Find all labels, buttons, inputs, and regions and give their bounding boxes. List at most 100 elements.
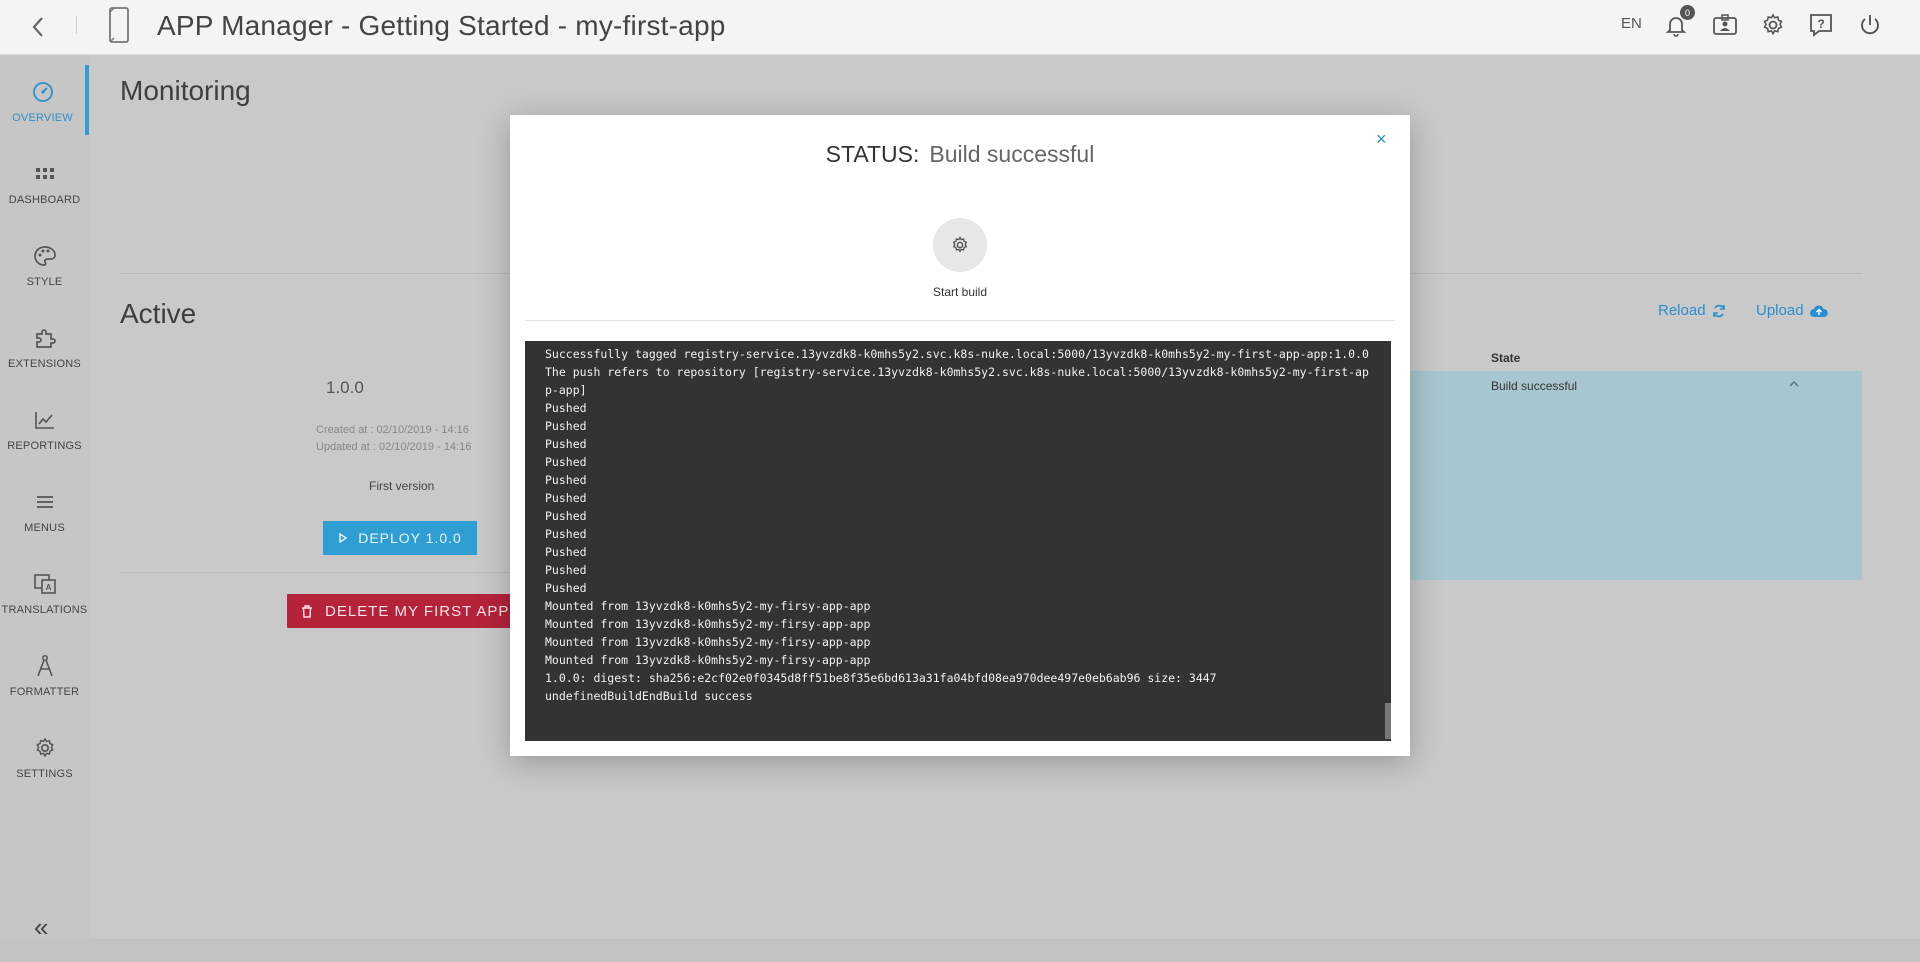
compass-icon bbox=[32, 653, 58, 679]
log-line: Pushed bbox=[545, 581, 587, 595]
status-value: Build successful bbox=[929, 141, 1095, 167]
tablet-icon bbox=[109, 7, 129, 43]
sidebar-item-label: MENUS bbox=[24, 522, 65, 534]
logout-button[interactable] bbox=[1855, 10, 1885, 40]
language-selector[interactable]: EN bbox=[1621, 15, 1642, 32]
puzzle-icon bbox=[32, 325, 58, 351]
play-icon bbox=[339, 533, 348, 543]
log-line: Successfully tagged registry-service.13y… bbox=[545, 347, 1369, 361]
sidebar-item-dashboard[interactable]: DASHBOARD bbox=[0, 147, 89, 217]
divider bbox=[525, 320, 1395, 321]
reload-button[interactable]: Reload bbox=[1658, 302, 1726, 319]
state-cell: Build successful bbox=[1491, 379, 1578, 393]
help-button[interactable]: ? bbox=[1806, 10, 1836, 40]
page-title: Monitoring bbox=[120, 75, 251, 106]
line-chart-icon bbox=[32, 407, 58, 433]
log-line: Pushed bbox=[545, 491, 587, 505]
chevron-left-icon bbox=[32, 17, 43, 37]
sidebar-item-formatter[interactable]: FORMATTER bbox=[0, 639, 89, 709]
log-line: Pushed bbox=[545, 401, 587, 415]
notification-count-badge: 0 bbox=[1680, 5, 1695, 20]
log-line: Pushed bbox=[545, 437, 587, 451]
section-title-active: Active bbox=[120, 298, 197, 329]
sidebar-item-overview[interactable]: OVERVIEW bbox=[0, 65, 89, 135]
upload-button[interactable]: Upload bbox=[1756, 302, 1828, 319]
sidebar-item-menus[interactable]: MENUS bbox=[0, 475, 89, 545]
sidebar-item-label: STYLE bbox=[26, 276, 63, 288]
log-line: Mounted from 13yvzdk8-k0mhs5y2-my-firsy-… bbox=[545, 635, 871, 649]
log-line: Mounted from 13yvzdk8-k0mhs5y2-my-firsy-… bbox=[545, 599, 871, 613]
log-line: undefinedBuildEndBuild success bbox=[545, 689, 753, 703]
top-bar: APP Manager - Getting Started - my-first… bbox=[0, 0, 1920, 55]
created-at: Created at : 02/10/2019 - 14:16 bbox=[316, 424, 469, 436]
deploy-button[interactable]: DEPLOY 1.0.0 bbox=[323, 521, 477, 555]
sidebar-item-label: SETTINGS bbox=[16, 768, 73, 780]
delete-label: DELETE MY FIRST APP bbox=[325, 602, 510, 620]
log-line: Mounted from 13yvzdk8-k0mhs5y2-my-firsy-… bbox=[545, 653, 871, 667]
close-modal-button[interactable]: × bbox=[1376, 130, 1387, 148]
start-build-button[interactable] bbox=[933, 218, 987, 272]
translate-icon: A bbox=[32, 571, 58, 597]
sidebar-item-extensions[interactable]: EXTENSIONS bbox=[0, 311, 89, 381]
power-icon bbox=[1861, 15, 1879, 35]
deploy-label: DEPLOY 1.0.0 bbox=[358, 530, 462, 546]
refresh-icon bbox=[1712, 304, 1725, 317]
sidebar-item-label: OVERVIEW bbox=[12, 112, 73, 124]
sidebar-item-label: TRANSLATIONS bbox=[1, 604, 88, 616]
gauge-icon bbox=[30, 79, 56, 105]
sidebar-item-reportings[interactable]: REPORTINGS bbox=[0, 393, 89, 463]
status-label: STATUS: bbox=[825, 141, 920, 167]
sidebar: OVERVIEW DASHBOARD STYLE EXTENSIONS REPO… bbox=[0, 55, 89, 962]
log-line: The push refers to repository [registry-… bbox=[545, 365, 1369, 397]
hamburger-icon bbox=[32, 489, 58, 515]
trash-icon bbox=[302, 604, 312, 618]
console-scrollbar[interactable] bbox=[1385, 703, 1391, 739]
settings-button[interactable] bbox=[1758, 10, 1788, 40]
svg-text:?: ? bbox=[1817, 17, 1824, 31]
svg-text:A: A bbox=[45, 583, 51, 592]
divider bbox=[76, 16, 77, 34]
chevron-up-icon[interactable] bbox=[1789, 378, 1799, 390]
id-card-icon bbox=[1713, 14, 1737, 35]
grid-icon bbox=[32, 161, 58, 187]
build-status-modal: STATUS: Build successful × Start build Su… bbox=[510, 115, 1410, 756]
log-line: 1.0.0: digest: sha256:e2cf02e0f0345d8ff5… bbox=[545, 671, 1217, 685]
delete-app-button[interactable]: DELETE MY FIRST APP bbox=[287, 594, 542, 628]
sidebar-item-translations[interactable]: A TRANSLATIONS bbox=[0, 557, 89, 627]
app-title: APP Manager - Getting Started - my-first… bbox=[157, 10, 726, 41]
build-log-console[interactable]: Successfully tagged registry-service.13y… bbox=[525, 341, 1391, 741]
profile-card-button[interactable] bbox=[1710, 10, 1740, 40]
gear-icon bbox=[1763, 13, 1783, 36]
notifications-button[interactable]: 0 bbox=[1661, 5, 1695, 40]
log-line: Pushed bbox=[545, 455, 587, 469]
log-line: Pushed bbox=[545, 545, 587, 559]
sidebar-item-settings[interactable]: SETTINGS bbox=[0, 721, 89, 791]
log-line: Pushed bbox=[545, 563, 587, 577]
footer-bar bbox=[0, 939, 1920, 962]
sidebar-item-label: EXTENSIONS bbox=[8, 358, 81, 370]
sidebar-item-label: DASHBOARD bbox=[8, 194, 81, 206]
updated-at: Updated at : 02/10/2019 - 14:16 bbox=[316, 441, 472, 453]
gear-icon bbox=[32, 735, 58, 761]
gear-icon bbox=[952, 236, 968, 253]
log-line: Pushed bbox=[545, 509, 587, 523]
log-line: Pushed bbox=[545, 419, 587, 433]
version-description: First version bbox=[369, 479, 435, 493]
help-icon: ? bbox=[1810, 14, 1832, 37]
sidebar-item-label: REPORTINGS bbox=[7, 440, 82, 452]
upload-label: Upload bbox=[1756, 302, 1804, 319]
collapse-sidebar-button[interactable]: « bbox=[34, 914, 48, 940]
back-button[interactable] bbox=[26, 12, 50, 42]
table-header-state: State bbox=[1491, 351, 1521, 365]
version-number: 1.0.0 bbox=[326, 378, 364, 397]
sidebar-item-label: FORMATTER bbox=[9, 686, 80, 698]
start-build-label: Start build bbox=[932, 285, 988, 299]
reload-label: Reload bbox=[1658, 302, 1706, 319]
sidebar-item-style[interactable]: STYLE bbox=[0, 229, 89, 299]
log-line: Pushed bbox=[545, 473, 587, 487]
log-line: Mounted from 13yvzdk8-k0mhs5y2-my-firsy-… bbox=[545, 617, 871, 631]
palette-icon bbox=[32, 243, 58, 269]
table-row[interactable]: Build successful bbox=[1355, 371, 1862, 580]
log-line: Pushed bbox=[545, 527, 587, 541]
cloud-upload-icon bbox=[1809, 305, 1828, 317]
